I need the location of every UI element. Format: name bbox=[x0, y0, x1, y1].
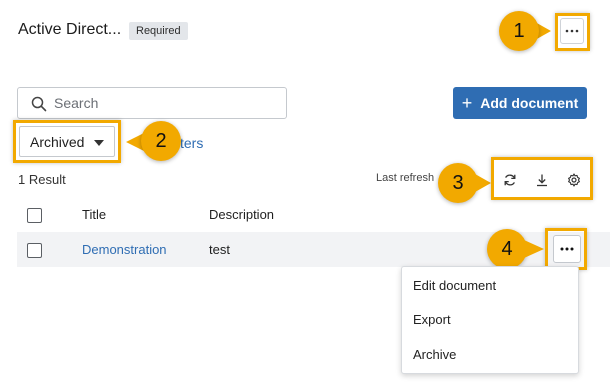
refresh-icon bbox=[504, 174, 516, 186]
callout-tail-3 bbox=[475, 174, 491, 192]
callout-2: 2 bbox=[141, 121, 181, 161]
required-badge: Required bbox=[129, 22, 188, 40]
page-title: Active Direct... bbox=[18, 21, 122, 38]
row-actions-button[interactable] bbox=[553, 235, 581, 263]
menu-item-edit-document[interactable]: Edit document bbox=[413, 278, 496, 293]
add-document-label: Add document bbox=[480, 95, 579, 111]
row-checkbox[interactable] bbox=[27, 243, 42, 258]
search-box[interactable] bbox=[17, 87, 287, 119]
plus-icon: + bbox=[461, 92, 473, 113]
download-button[interactable] bbox=[532, 170, 552, 190]
menu-item-export[interactable]: Export bbox=[413, 312, 451, 327]
column-header-description[interactable]: Description bbox=[209, 207, 274, 222]
add-document-button[interactable]: + Add document bbox=[453, 87, 587, 119]
document-title-link[interactable]: Demonstration bbox=[82, 242, 167, 257]
settings-button[interactable] bbox=[564, 170, 584, 190]
caret-down-icon bbox=[94, 140, 104, 146]
callout-4: 4 bbox=[487, 229, 527, 269]
callout-3: 3 bbox=[438, 163, 478, 203]
select-all-checkbox[interactable] bbox=[27, 208, 42, 223]
document-description: test bbox=[209, 242, 230, 257]
menu-item-archive[interactable]: Archive bbox=[413, 347, 456, 362]
row-actions-menu: Edit document Export Archive bbox=[401, 266, 579, 374]
status-filter-value: Archived bbox=[30, 133, 85, 150]
filters-link[interactable]: ters bbox=[180, 135, 203, 151]
result-count: 1 Result bbox=[18, 172, 66, 187]
ellipsis-icon bbox=[565, 29, 579, 33]
ellipsis-icon bbox=[560, 247, 574, 251]
search-icon bbox=[31, 96, 47, 112]
callout-tail-4 bbox=[524, 240, 544, 258]
status-filter-dropdown[interactable]: Archived bbox=[19, 126, 115, 157]
callout-1: 1 bbox=[499, 11, 539, 51]
gear-icon bbox=[568, 173, 580, 187]
more-options-button[interactable] bbox=[560, 18, 584, 44]
search-input[interactable] bbox=[54, 88, 279, 118]
column-header-title[interactable]: Title bbox=[82, 207, 106, 222]
download-icon bbox=[537, 174, 547, 187]
refresh-button[interactable] bbox=[500, 170, 520, 190]
